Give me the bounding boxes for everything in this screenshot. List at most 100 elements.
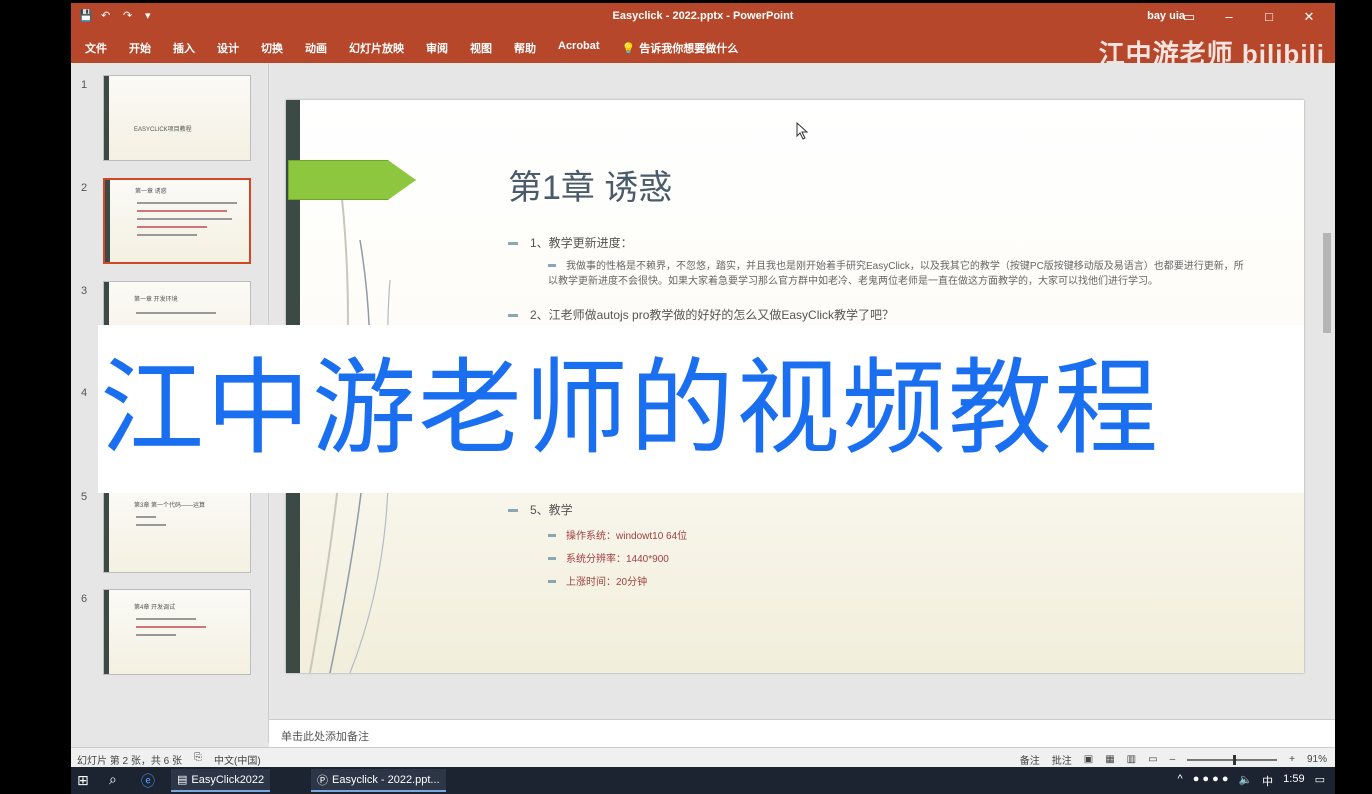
system-tray: ^ ● ● ● ● 🔈 中 1:59 ▭ bbox=[1178, 773, 1325, 789]
slide-thumbnail-active[interactable]: 第一章 诱惑 bbox=[103, 178, 251, 264]
thumbnail-line bbox=[137, 210, 227, 212]
window-controls: ▭ – □ ✕ bbox=[1169, 7, 1329, 27]
status-bar: 幻灯片 第 2 张，共 6 张 ⎘ 中文(中国) 备注 批注 ▣ ▦ ▥ ▭ –… bbox=[71, 747, 1335, 767]
sub-text: 操作系统：windowt10 64位 bbox=[566, 531, 688, 542]
language-indicator[interactable]: 中文(中国) bbox=[214, 752, 261, 767]
bullet-5-sub-3[interactable]: 上涨时间：20分钟 bbox=[548, 574, 647, 589]
thumbnail-row[interactable]: 5 第3章 第一个代码——运算 bbox=[71, 487, 269, 583]
browser-icon[interactable]: ⓔ bbox=[141, 771, 155, 791]
bullet-2[interactable]: 2、江老师做autojs pro教学做的好好的怎么又做EasyClick教学了吧… bbox=[508, 306, 894, 323]
slide-count: 幻灯片 第 2 张，共 6 张 bbox=[77, 756, 183, 767]
tell-me-box[interactable]: 💡 告诉我你想要做什么 bbox=[622, 40, 739, 56]
sub-text: 上涨时间：20分钟 bbox=[566, 577, 648, 588]
notification-icon[interactable]: ▭ bbox=[1315, 773, 1325, 789]
tab-view[interactable]: 视图 bbox=[470, 40, 492, 56]
thumbnail-line bbox=[136, 312, 216, 314]
notes-placeholder: 单击此处添加备注 bbox=[281, 731, 369, 743]
zoom-in-icon[interactable]: + bbox=[1289, 754, 1295, 765]
thumbnail-row[interactable]: 2 第一章 诱惑 bbox=[71, 178, 269, 274]
tab-review[interactable]: 审阅 bbox=[426, 40, 448, 56]
tray-chevron-icon[interactable]: ^ bbox=[1178, 773, 1183, 789]
zoom-knob[interactable] bbox=[1233, 754, 1237, 765]
thumbnail-row[interactable]: 6 第4章 开发调试 bbox=[71, 589, 269, 685]
thumbnail-bar bbox=[104, 590, 109, 674]
thumbnail-row[interactable]: 1 EASYCLICK项目教程 bbox=[71, 75, 269, 171]
thumbnail-bar bbox=[104, 76, 109, 160]
tab-slideshow[interactable]: 幻灯片放映 bbox=[349, 40, 404, 56]
tab-transitions[interactable]: 切换 bbox=[261, 40, 283, 56]
tab-home[interactable]: 开始 bbox=[129, 40, 151, 56]
powerpoint-icon: Ⓟ bbox=[317, 774, 328, 787]
bullet-dash bbox=[548, 534, 556, 538]
bullet-5[interactable]: 5、教学 bbox=[508, 501, 573, 518]
thumbnail-line bbox=[136, 618, 196, 620]
tab-help[interactable]: 帮助 bbox=[514, 40, 536, 56]
thumbnail-number: 2 bbox=[81, 182, 88, 194]
thumbnail-title: 第一章 开发环境 bbox=[134, 297, 178, 303]
thumbnail-title: 第4章 开发调试 bbox=[134, 605, 176, 611]
ime-indicator[interactable]: 中 bbox=[1262, 773, 1273, 789]
thumbnail-bar bbox=[104, 488, 109, 572]
taskbar-app-label: Easyclick - 2022.ppt... bbox=[332, 773, 440, 786]
slide-sorter-icon[interactable]: ▦ bbox=[1105, 754, 1114, 765]
zoom-slider[interactable] bbox=[1187, 754, 1278, 765]
normal-view-icon[interactable]: ▣ bbox=[1084, 754, 1093, 765]
bullet-dash bbox=[508, 314, 518, 318]
volume-icon[interactable]: 🔈 bbox=[1238, 773, 1252, 789]
close-button[interactable]: ✕ bbox=[1289, 7, 1329, 27]
bullet-2-text: 2、江老师做autojs pro教学做的好好的怎么又做EasyClick教学了吧… bbox=[530, 308, 895, 322]
status-left: 幻灯片 第 2 张，共 6 张 ⎘ 中文(中国) bbox=[77, 752, 261, 767]
bullet-5-text: 5、教学 bbox=[530, 503, 573, 517]
search-icon[interactable]: ⌕ bbox=[109, 771, 117, 788]
vertical-scrollbar[interactable] bbox=[1321, 123, 1333, 767]
tray-icons[interactable]: ● ● ● ● bbox=[1193, 773, 1229, 789]
slide-thumbnail[interactable]: 第3章 第一个代码——运算 bbox=[103, 487, 251, 573]
sub-text: 系统分辨率：1440*900 bbox=[566, 554, 669, 565]
slide-thumbnail[interactable]: 第4章 开发调试 bbox=[103, 589, 251, 675]
thumbnail-line bbox=[137, 218, 232, 220]
bullet-1[interactable]: 1、教学更新进度： bbox=[508, 234, 633, 251]
slideshow-icon[interactable]: ▭ bbox=[1148, 754, 1157, 765]
bullet-dash bbox=[548, 264, 556, 268]
status-right: 备注 批注 ▣ ▦ ▥ ▭ – + 91% bbox=[1020, 752, 1327, 767]
thumbnail-number: 3 bbox=[81, 285, 88, 297]
thumbnail-line bbox=[136, 524, 166, 526]
spellcheck-icon[interactable]: ⎘ bbox=[194, 752, 202, 767]
thumbnail-line bbox=[136, 626, 206, 628]
thumbnail-number: 1 bbox=[81, 79, 88, 91]
tab-insert[interactable]: 插入 bbox=[173, 40, 195, 56]
bullet-1-text: 1、教学更新进度： bbox=[530, 236, 633, 250]
thumbnail-line bbox=[137, 226, 207, 228]
ribbon-display-button[interactable]: ▭ bbox=[1169, 7, 1209, 27]
thumbnail-number: 5 bbox=[81, 491, 88, 503]
taskbar: ⊞ ⌕ ⓔ ▤ EasyClick2022 Ⓟ Easyclick - 2022… bbox=[71, 767, 1335, 794]
tab-acrobat[interactable]: Acrobat bbox=[558, 40, 600, 56]
windows-start-icon[interactable]: ⊞ bbox=[77, 772, 89, 789]
document-title: Easyclick - 2022.pptx - PowerPoint bbox=[612, 10, 794, 22]
bullet-5-sub-2[interactable]: 系统分辨率：1440*900 bbox=[548, 551, 669, 566]
maximize-button[interactable]: □ bbox=[1249, 7, 1289, 27]
tab-design[interactable]: 设计 bbox=[217, 40, 239, 56]
slide-thumbnail[interactable]: EASYCLICK项目教程 bbox=[103, 75, 251, 161]
minimize-button[interactable]: – bbox=[1209, 7, 1249, 27]
slide-title[interactable]: 第1章 诱惑 bbox=[508, 160, 672, 209]
clock[interactable]: 1:59 bbox=[1283, 773, 1304, 789]
zoom-level[interactable]: 91% bbox=[1307, 754, 1327, 765]
title-bar: 💾 ↶ ↷ ▾ Easyclick - 2022.pptx - PowerPoi… bbox=[71, 3, 1335, 31]
zoom-out-icon[interactable]: – bbox=[1170, 754, 1176, 765]
bullet-5-sub-1[interactable]: 操作系统：windowt10 64位 bbox=[548, 528, 687, 543]
ribbon-tabs: 文件 开始 插入 设计 切换 动画 幻灯片放映 审阅 视图 帮助 Acrobat… bbox=[85, 40, 738, 56]
taskbar-app-folder[interactable]: ▤ EasyClick2022 bbox=[171, 769, 271, 792]
taskbar-app-powerpoint[interactable]: Ⓟ Easyclick - 2022.ppt... bbox=[311, 769, 446, 792]
tab-file[interactable]: 文件 bbox=[85, 40, 107, 56]
bullet-1-sub[interactable]: 我做事的性格是不赖界，不忽悠，踏实，并且我也是刚开始着手研究EasyClick，… bbox=[548, 258, 1248, 288]
tab-animations[interactable]: 动画 bbox=[305, 40, 327, 56]
folder-icon: ▤ bbox=[177, 774, 188, 786]
scrollbar-thumb[interactable] bbox=[1323, 233, 1331, 333]
notes-button[interactable]: 备注 bbox=[1020, 752, 1040, 767]
comments-button[interactable]: 批注 bbox=[1052, 752, 1072, 767]
reading-view-icon[interactable]: ▥ bbox=[1127, 754, 1136, 765]
video-caption: 江中游老师的视频教程 bbox=[100, 347, 1161, 469]
bullet-dash bbox=[548, 557, 556, 561]
notes-pane[interactable]: 单击此处添加备注 bbox=[269, 719, 1335, 747]
